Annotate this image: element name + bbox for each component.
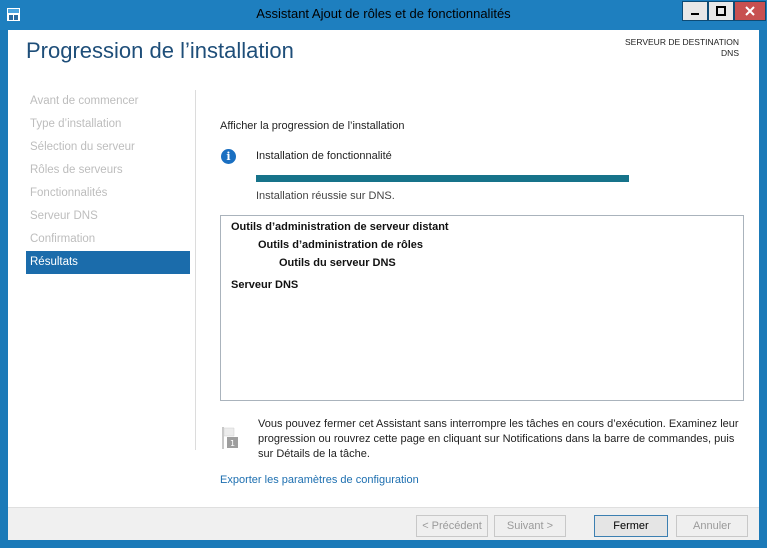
info-icon: i	[221, 149, 236, 164]
close-icon	[745, 6, 755, 16]
close-window-button[interactable]	[734, 1, 766, 21]
previous-button[interactable]: < Précédent	[416, 515, 488, 537]
nav-item-type-installation: Type d’installation	[30, 118, 122, 130]
status-result: Installation réussie sur DNS.	[256, 190, 395, 202]
cancel-button[interactable]: Annuler	[676, 515, 748, 537]
result-item: Outils d’administration de rôles	[258, 239, 424, 251]
destination-server: SERVEUR DE DESTINATION DNS	[625, 37, 739, 59]
page-title: Progression de l’installation	[26, 38, 294, 63]
nav-item-roles-serveurs: Rôles de serveurs	[30, 164, 123, 176]
maximize-icon	[716, 6, 726, 16]
nav-item-selection-serveur: Sélection du serveur	[30, 141, 135, 153]
minimize-button[interactable]	[682, 1, 708, 21]
finish-close-button[interactable]: Fermer	[594, 515, 668, 537]
wizard-window: Assistant Ajout de rôles et de fonctionn…	[0, 0, 767, 548]
maximize-button[interactable]	[708, 1, 734, 21]
nav-item-avant-de-commencer: Avant de commencer	[30, 95, 139, 107]
next-button[interactable]: Suivant >	[494, 515, 566, 537]
nav-divider	[195, 90, 196, 450]
status-title: Installation de fonctionnalité	[256, 150, 392, 162]
section-heading: Afficher la progression de l’installatio…	[220, 120, 405, 132]
window-title: Assistant Ajout de rôles et de fonctionn…	[256, 6, 511, 21]
info-note: Vous pouvez fermer cet Assistant sans in…	[258, 418, 739, 460]
result-item: Outils du serveur DNS	[279, 257, 396, 269]
result-item: Serveur DNS	[231, 279, 299, 291]
title-bar[interactable]: Assistant Ajout de rôles et de fonctionn…	[0, 0, 767, 30]
result-item: Outils d’administration de serveur dista…	[231, 221, 449, 233]
nav-item-confirmation: Confirmation	[30, 233, 96, 245]
destination-label: SERVEUR DE DESTINATION	[625, 37, 739, 47]
wizard-steps-nav: Avant de commencer Type d’installation S…	[26, 90, 190, 274]
nav-item-serveur-dns: Serveur DNS	[30, 210, 98, 222]
notification-flag-icon: 1	[222, 427, 238, 449]
nav-item-resultats[interactable]: Résultats	[26, 251, 190, 274]
minimize-icon	[691, 13, 699, 15]
progress-fill	[256, 175, 629, 182]
installation-progress-bar	[256, 175, 629, 182]
export-settings-link[interactable]: Exporter les paramètres de configuration	[220, 474, 419, 486]
svg-text:1: 1	[230, 439, 235, 448]
destination-value: DNS	[721, 48, 739, 58]
nav-item-fonctionnalites: Fonctionnalités	[30, 187, 108, 199]
